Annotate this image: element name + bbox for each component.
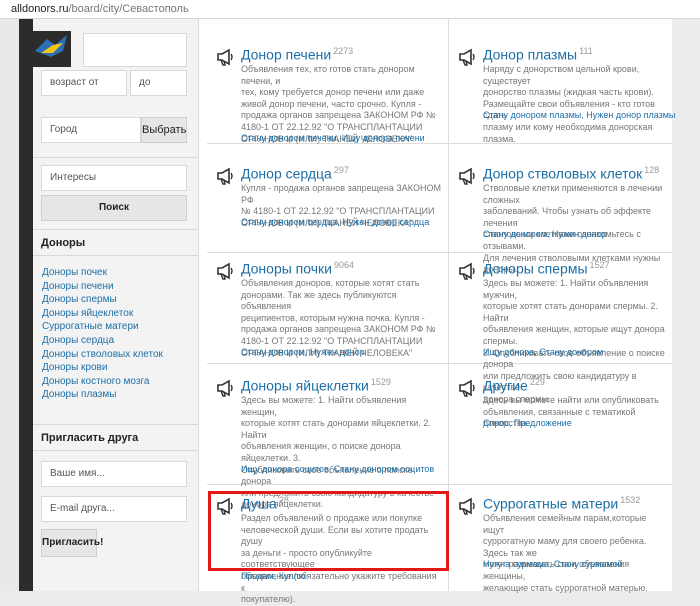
divider [33, 255, 198, 256]
divider [33, 424, 198, 425]
age-to-field[interactable]: до [130, 70, 187, 96]
category-title[interactable]: Донор стволовых клеток 128 [483, 165, 659, 182]
category-count: 1527 [589, 260, 610, 270]
sidebar-link-liver[interactable]: Доноры печени [42, 280, 163, 294]
megaphone-icon [459, 167, 475, 185]
category-title[interactable]: Донор сердца 297 [241, 165, 349, 182]
category-count: 1532 [620, 495, 641, 505]
category-count: 1529 [370, 377, 391, 387]
category-count: 297 [333, 165, 349, 175]
category-tags[interactable]: Стану донором, Нужен донор [483, 229, 607, 239]
sidebar-link-kidney[interactable]: Доноры почек [42, 266, 163, 280]
age-from-field[interactable]: возраст от [41, 70, 127, 96]
category-description: Объявления семейным парам,которые ищут су… [483, 513, 648, 593]
donors-link-list: Доноры почек Доноры печени Доноры спермы… [42, 266, 163, 402]
category-tags[interactable]: Стану донором, Нужен донор [241, 347, 365, 357]
address-bar[interactable]: alldonors.ru/board/city/Севастополь [0, 0, 700, 19]
dark-strip [19, 19, 33, 591]
city-select-button[interactable]: Выбрать [141, 117, 187, 143]
highlight-box [208, 491, 449, 571]
megaphone-icon [459, 379, 475, 397]
category-tags[interactable]: Ищу донора, Стану донором [483, 347, 603, 357]
megaphone-icon [217, 167, 233, 185]
category-count: 229 [529, 377, 545, 387]
sidebar-link-heart[interactable]: Доноры сердца [42, 334, 163, 348]
invite-button[interactable]: Пригласить! [41, 529, 103, 557]
invite-section-title: Пригласить друга [41, 432, 139, 444]
category-tags[interactable]: Ищу донора ооцитов, Стану донором ооцито… [241, 464, 434, 474]
category-tags[interactable]: Продам, Куплю [241, 571, 305, 581]
donors-section-title: Доноры [41, 237, 86, 249]
category-count: 128 [644, 165, 660, 175]
friend-email-field[interactable]: E-mail друга... [41, 496, 187, 522]
sidebar-link-sperm[interactable]: Доноры спермы [42, 293, 163, 307]
category-tags[interactable]: Нужна сурмама, Стану сурмамой [483, 559, 623, 569]
sidebar-link-blood[interactable]: Доноры крови [42, 361, 163, 375]
category-count: 2273 [333, 46, 354, 56]
sidebar: возраст от до Город Выбрать Интересы Пои… [33, 19, 199, 591]
category-count: 9064 [333, 260, 355, 270]
category-tags[interactable]: Стану донором печени, Ищу донора печени [241, 133, 425, 143]
category-title[interactable]: Другие 229 [483, 377, 545, 394]
right-gutter [672, 19, 700, 591]
category-count: 111 [579, 46, 593, 56]
search-button[interactable]: Поиск [41, 195, 187, 221]
category-title[interactable]: Доноры яйцеклетки 1529 [241, 377, 391, 394]
top-search-field[interactable] [83, 33, 187, 67]
divider [33, 450, 198, 451]
sidebar-link-plasma[interactable]: Доноры плазмы [42, 388, 163, 402]
sidebar-link-marrow[interactable]: Доноры костного мозга [42, 375, 163, 389]
category-title[interactable]: Доноры спермы 1527 [483, 260, 610, 277]
sidebar-link-surrogate[interactable]: Суррогатные матери [42, 320, 163, 334]
megaphone-icon [459, 497, 475, 515]
site-logo-icon[interactable] [33, 31, 71, 67]
left-gutter [0, 19, 19, 591]
sidebar-link-stem-cells[interactable]: Доноры стволовых клеток [42, 348, 163, 362]
megaphone-icon [217, 48, 233, 66]
megaphone-icon [459, 48, 475, 66]
category-tags[interactable]: Стану донором плазмы, Нужен донор плазмы [483, 110, 675, 120]
category-title[interactable]: Донор плазмы 111 [483, 46, 593, 63]
sidebar-link-eggs[interactable]: Доноры яйцеклеток [42, 307, 163, 321]
interests-field[interactable]: Интересы [41, 165, 187, 191]
megaphone-icon [217, 262, 233, 280]
city-field[interactable]: Город [41, 117, 141, 143]
divider [33, 157, 198, 158]
category-title[interactable]: Донор печени 2273 [241, 46, 353, 63]
category-tags[interactable]: Стану донором сердца, Нужен донор сердца [241, 217, 429, 227]
megaphone-icon [459, 262, 475, 280]
category-title[interactable]: Доноры почки 9064 [241, 260, 354, 277]
category-tags[interactable]: Спрос, Предложение [483, 418, 572, 428]
address-url[interactable]: alldonors.ru/board/city/Севастополь [11, 3, 189, 15]
megaphone-icon [217, 379, 233, 397]
category-description: Наряду с донорством цельной крови, сущес… [483, 64, 655, 144]
name-field[interactable]: Ваше имя... [41, 461, 187, 487]
category-title[interactable]: Суррогатные матери 1532 [483, 495, 640, 512]
divider [33, 229, 198, 230]
